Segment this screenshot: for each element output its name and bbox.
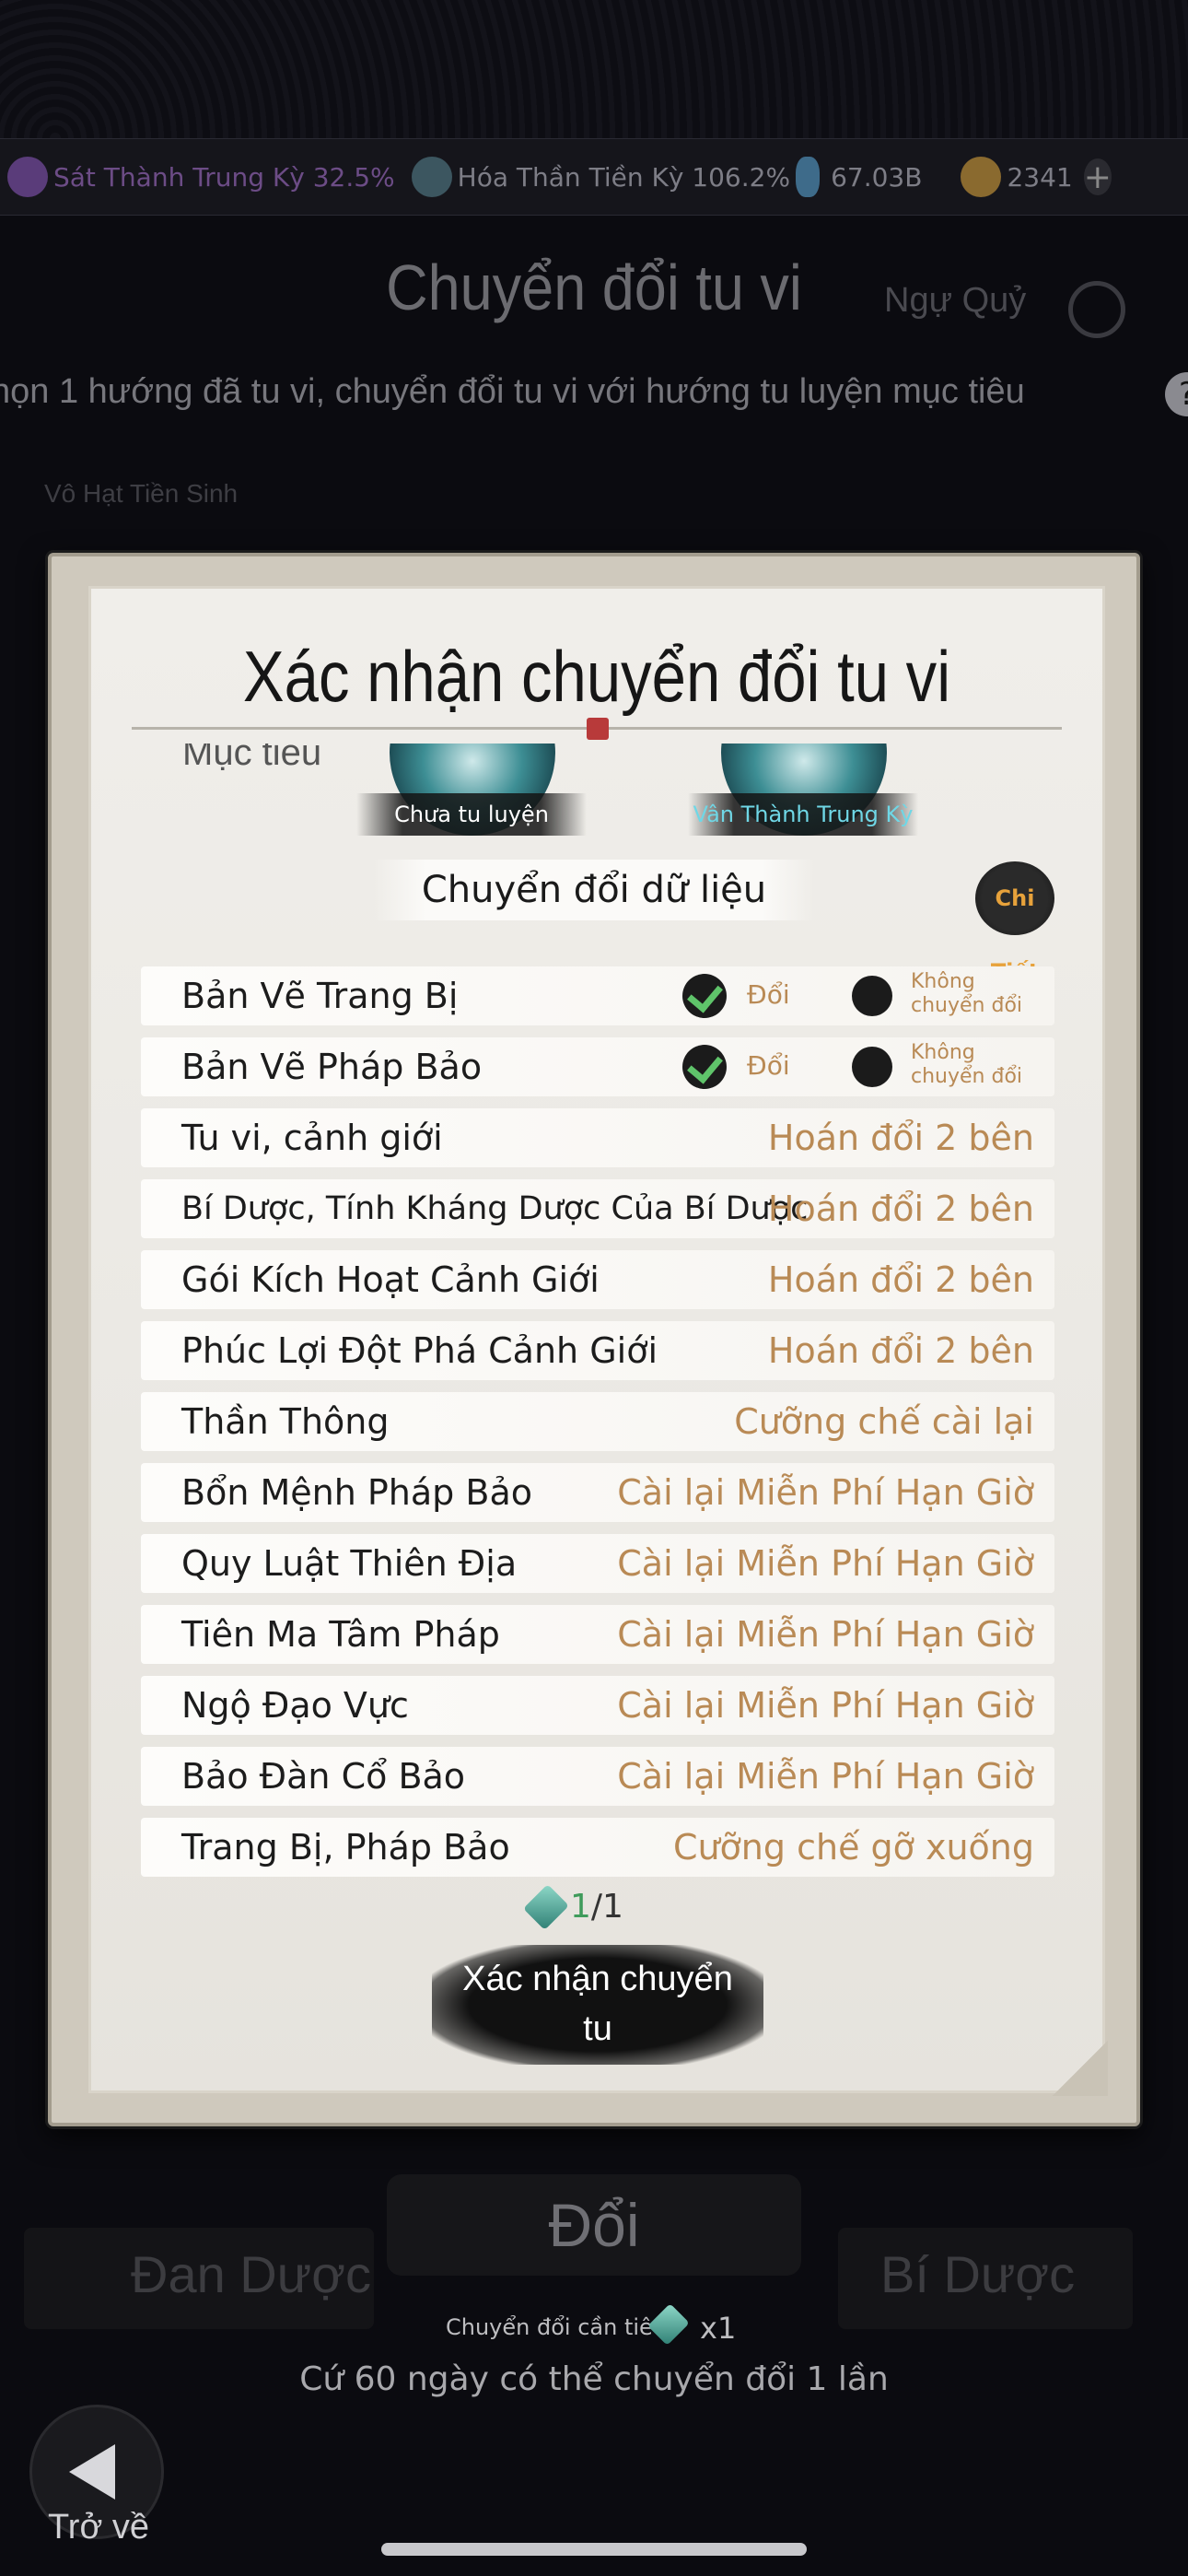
row-label: Bảo Đàn Cổ Bảo: [181, 1756, 466, 1797]
tab-bi-duoc-label: Bí Dược: [880, 2245, 1076, 2303]
row-label: Ngộ Đạo Vực: [181, 1685, 409, 1726]
radio-empty-icon: [852, 1047, 892, 1087]
option-swap-radio[interactable]: Đổi: [682, 974, 802, 1018]
checkmark-icon: [682, 1045, 727, 1089]
row-value: Cài lại Miễn Phí Hạn Giờ: [617, 1756, 1034, 1797]
orb-current-caption: Chưa tu luyện: [356, 793, 587, 836]
row-label: Quy Luật Thiên Địa: [181, 1543, 518, 1584]
paper-fold: [1053, 2041, 1108, 2096]
refresh-icon[interactable]: [1068, 281, 1125, 338]
details-button[interactable]: Chi Tiết: [975, 861, 1054, 985]
list-item: Bảo Đàn Cổ Bảo Cài lại Miễn Phí Hạn Giờ: [141, 1747, 1054, 1806]
radio-empty-icon: [852, 976, 892, 1016]
home-indicator[interactable]: [381, 2543, 807, 2556]
row-value: Cài lại Miễn Phí Hạn Giờ: [617, 1614, 1034, 1655]
confirm-line-1: Xác nhận chuyển: [462, 1960, 733, 1998]
row-value: Hoán đổi 2 bên: [767, 1330, 1034, 1371]
row-label: Thần Thông: [181, 1401, 390, 1442]
option-no-swap-label: Không chuyển đổi: [911, 970, 1023, 1017]
dialog-paper: Xác nhận chuyển đổi tu vi Mục tiêu Chưa …: [88, 586, 1108, 2096]
tab-bi-duoc[interactable]: Bí Dược: [838, 2228, 1133, 2329]
option-no-swap-radio[interactable]: Không chuyển đổi: [852, 970, 1045, 1017]
list-item: Bản Vẽ Pháp Bảo Đổi Không chuyển đổi: [141, 1037, 1054, 1096]
currency-2-item: 2341: [961, 157, 1073, 197]
back-arrow-icon: [69, 2444, 115, 2500]
list-item: Ngộ Đạo Vực Cài lại Miễn Phí Hạn Giờ: [141, 1676, 1054, 1735]
confirm-line-2: tu: [583, 2009, 612, 2048]
swap-button[interactable]: Đổi: [387, 2174, 801, 2276]
background-pattern: [0, 0, 1188, 138]
row-label: Trang Bị, Pháp Bảo: [181, 1827, 510, 1868]
realm-icon: [7, 157, 48, 197]
add-currency-button[interactable]: +: [1083, 158, 1112, 196]
list-item: Gói Kích Hoạt Cảnh Giới Hoán đổi 2 bên: [141, 1250, 1054, 1309]
row-label: Bản Vẽ Trang Bị: [181, 976, 459, 1016]
back-label: Trở về: [48, 2508, 150, 2547]
section-header: Chuyển đổi dữ liệu: [373, 860, 815, 920]
path-label: Vô Hạt Tiền Sinh: [44, 479, 239, 508]
token-icon: [523, 1884, 569, 1930]
list-item: Trang Bị, Pháp Bảo Cưỡng chế gỡ xuống: [141, 1818, 1054, 1877]
page-subtitle: họn 1 hướng đã tu vi, chuyển đổi tu vi v…: [0, 372, 1025, 411]
row-value: Cài lại Miễn Phí Hạn Giờ: [617, 1685, 1034, 1726]
list-item: Quy Luật Thiên Địa Cài lại Miễn Phí Hạn …: [141, 1534, 1054, 1593]
row-value: Cài lại Miễn Phí Hạn Giờ: [617, 1472, 1034, 1513]
row-value: Cài lại Miễn Phí Hạn Giờ: [617, 1543, 1034, 1584]
list-item: Bản Vẽ Trang Bị Đổi Không chuyển đổi: [141, 966, 1054, 1025]
row-label: Gói Kích Hoạt Cảnh Giới: [181, 1259, 600, 1300]
tab-dan-duoc[interactable]: Đan Dược: [24, 2228, 374, 2329]
list-item: Bí Dược, Tính Kháng Dược Của Bí Dược Hoá…: [141, 1179, 1054, 1238]
crystal-icon: [796, 157, 821, 197]
row-label: Tu vi, cảnh giới: [181, 1118, 443, 1158]
list-item: Tu vi, cảnh giới Hoán đổi 2 bên: [141, 1108, 1054, 1167]
row-value: Hoán đổi 2 bên: [767, 1188, 1034, 1229]
option-no-swap-radio[interactable]: Không chuyển đổi: [852, 1041, 1045, 1088]
currency-1-value: 67.03B: [831, 161, 923, 193]
target-label: Mục tiêu: [182, 744, 322, 773]
row-label: Bí Dược, Tính Kháng Dược Của Bí Dược: [181, 1190, 809, 1227]
option-swap-label: Đổi: [747, 979, 790, 1010]
list-item: Bổn Mệnh Pháp Bảo Cài lại Miễn Phí Hạn G…: [141, 1463, 1054, 1522]
option-swap-radio[interactable]: Đổi: [682, 1045, 802, 1089]
row-value: Hoán đổi 2 bên: [767, 1259, 1034, 1300]
status-bar: Sát Thành Trung Kỳ 32.5% Hóa Thần Tiền K…: [0, 138, 1188, 216]
row-label: Tiên Ma Tâm Pháp: [181, 1614, 500, 1655]
realm-2-text: Hóa Thần Tiền Kỳ 106.2%: [457, 161, 791, 193]
checkmark-icon: [682, 974, 727, 1018]
rule-text: Cứ 60 ngày có thể chuyển đổi 1 lần: [299, 2360, 889, 2398]
row-value: Hoán đổi 2 bên: [767, 1118, 1034, 1158]
currency-2-value: 2341: [1007, 161, 1073, 193]
cost-counter: 1/1: [523, 1884, 623, 1930]
row-label: Bản Vẽ Pháp Bảo: [181, 1047, 483, 1087]
coin-icon: [961, 157, 1002, 197]
dialog-title: Xác nhận chuyển đổi tu vi: [242, 636, 951, 717]
option-no-swap-label: Không chuyển đổi: [911, 1041, 1023, 1088]
confirm-convert-button[interactable]: Xác nhận chuyển tu: [432, 1945, 763, 2065]
row-value: Cưỡng chế gỡ xuống: [672, 1827, 1034, 1868]
row-value: Cưỡng chế cài lại: [734, 1401, 1034, 1442]
list-item: Tiên Ma Tâm Pháp Cài lại Miễn Phí Hạn Gi…: [141, 1605, 1054, 1664]
tab-ngu-quy[interactable]: Ngự Quỷ: [884, 281, 1026, 321]
realm-2-item: Hóa Thần Tiền Kỳ 106.2%: [411, 157, 791, 197]
cost-need: /1: [590, 1888, 623, 1926]
cost-note: Chuyển đổi cần tiêu: [446, 2314, 667, 2340]
cost-quantity: x1: [700, 2311, 737, 2346]
cost-have: 1: [570, 1888, 591, 1926]
orb-target-caption: Vân Thành Trung Kỳ: [688, 793, 918, 836]
realm-1-text: Sát Thành Trung Kỳ 32.5%: [53, 161, 395, 193]
list-item: Phúc Lợi Đột Phá Cảnh Giới Hoán đổi 2 bê…: [141, 1321, 1054, 1380]
list-item: Thần Thông Cưỡng chế cài lại: [141, 1392, 1054, 1451]
realm-1-item: Sát Thành Trung Kỳ 32.5%: [7, 157, 395, 197]
target-row: Mục tiêu Chưa tu luyện Vân Thành Trung K…: [132, 744, 1062, 845]
confirm-dialog: Xác nhận chuyển đổi tu vi Mục tiêu Chưa …: [48, 553, 1140, 2126]
row-label: Phúc Lợi Đột Phá Cảnh Giới: [181, 1330, 658, 1371]
currency-1-item: 67.03B: [796, 157, 922, 197]
row-label: Bổn Mệnh Pháp Bảo: [181, 1472, 532, 1513]
option-swap-label: Đổi: [747, 1050, 790, 1081]
fan-icon: [411, 157, 452, 197]
tab-dan-duoc-label: Đan Dược: [131, 2245, 371, 2303]
seal-icon: [587, 718, 609, 740]
